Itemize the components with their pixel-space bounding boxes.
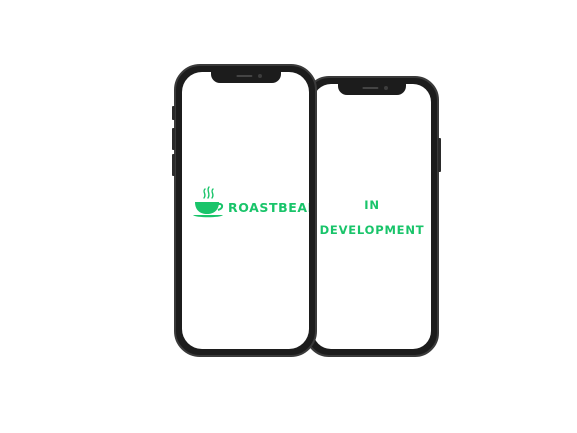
side-button: [172, 128, 175, 150]
coffee-cup-icon: [193, 186, 224, 218]
status-line-in: IN: [364, 198, 380, 212]
speaker-grille: [235, 75, 252, 77]
side-button: [172, 106, 175, 120]
phone-screen-right: IN DEVELOPMENT: [313, 84, 431, 349]
status-line-development: DEVELOPMENT: [319, 223, 425, 237]
phone-mockup-right: IN DEVELOPMENT: [303, 76, 441, 357]
side-button: [172, 154, 175, 176]
phone-notch: [210, 72, 281, 83]
phone-notch: [338, 84, 406, 95]
mockup-stage: IN DEVELOPMENT ROASTBEA: [0, 0, 577, 433]
roastbean-logo: ROASTBEAN: [192, 186, 309, 220]
brand-name: ROASTBEAN: [228, 199, 309, 215]
phone-screen-left: ROASTBEAN: [182, 72, 309, 349]
camera-dot: [257, 74, 262, 78]
phone-mockup-left: ROASTBEAN: [172, 64, 317, 357]
side-button: [438, 138, 441, 172]
speaker-grille: [362, 87, 379, 89]
camera-dot: [384, 86, 388, 90]
